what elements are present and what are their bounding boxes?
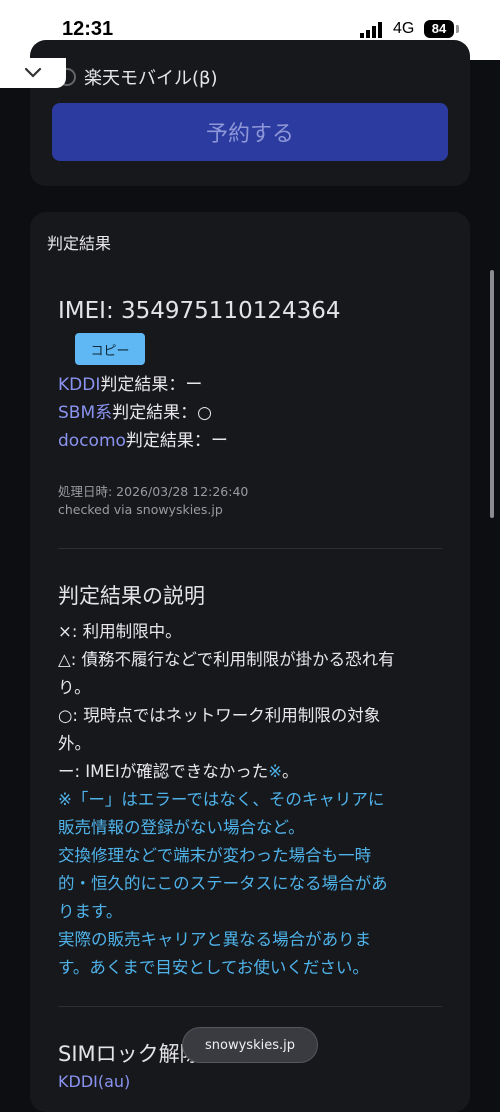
imei-value: IMEI: 354975110124364 [58, 298, 341, 324]
asterisk-mark: ※ [268, 762, 283, 781]
network-type: 4G [393, 20, 415, 37]
section-title: 判定結果 [47, 234, 112, 253]
copy-button[interactable]: コピー [75, 333, 145, 365]
explanation-line: △: 債務不履行などで利用制限が掛かる恐れ有 [58, 650, 395, 669]
note-line: ※「ー」はエラーではなく、そのキャリアに [58, 790, 385, 809]
explanation-title: 判定結果の説明 [58, 584, 205, 608]
carrier-link-docomo[interactable]: docomo [58, 431, 126, 451]
battery-icon: 84 [424, 20, 454, 38]
divider [58, 548, 442, 549]
chevron-down-icon [24, 67, 42, 78]
divider [58, 1006, 442, 1007]
explanation-line: ○: 現時点ではネットワーク利用制限の対象 [58, 706, 381, 725]
explanation-line-dash: ー: IMEIが確認できなかった※。 [58, 758, 299, 782]
status-time: 12:31 [62, 18, 114, 40]
result-sbm: SBM系判定結果：○ [58, 398, 212, 423]
note-line: 交換修理などで端末が変わった場合も一時 [58, 846, 372, 865]
result-text: 判定結果：○ [112, 403, 212, 423]
carrier-option-label: 楽天モバイル(β) [84, 68, 218, 89]
scrollbar-thumb[interactable] [490, 270, 494, 518]
dash-text: ー: IMEIが確認できなかった [58, 762, 269, 781]
carrier-link-kddi[interactable]: KDDI [58, 375, 100, 395]
result-kddi: KDDI判定結果：ー [58, 370, 202, 395]
checked-via: checked via snowyskies.jp [58, 502, 223, 517]
note-line: す。あくまで目安としてお使いください。 [58, 958, 369, 977]
carrier-option-rakuten[interactable]: 楽天モバイル(β) [58, 64, 218, 90]
site-toast: snowyskies.jp [182, 1027, 318, 1063]
explanation-line: り。 [58, 678, 91, 697]
explanation-line: ×: 利用制限中。 [58, 622, 182, 641]
simlock-kddi-link[interactable]: KDDI(au) [58, 1072, 130, 1091]
dash-end: 。 [282, 762, 299, 781]
result-text: 判定結果：ー [100, 375, 203, 395]
battery-tip [456, 25, 459, 33]
result-text: 判定結果：ー [125, 431, 228, 451]
carrier-link-sbm[interactable]: SBM系 [58, 403, 112, 423]
result-docomo: docomo判定結果：ー [58, 426, 228, 451]
processed-at: 処理日時: 2026/03/28 12:26:40 [58, 484, 249, 499]
note-line: 実際の販売キャリアと異なる場合がありま [58, 930, 372, 949]
reserve-button[interactable]: 予約する [52, 103, 448, 161]
note-line: 的・恒久的にこのステータスになる場合があ [58, 874, 388, 893]
note-line: 販売情報の登録がない場合など。 [58, 818, 305, 837]
explanation-line: 外。 [58, 734, 91, 753]
note-line: ります。 [58, 902, 123, 921]
signal-icon [360, 22, 382, 38]
collapse-toggle[interactable] [0, 58, 66, 88]
